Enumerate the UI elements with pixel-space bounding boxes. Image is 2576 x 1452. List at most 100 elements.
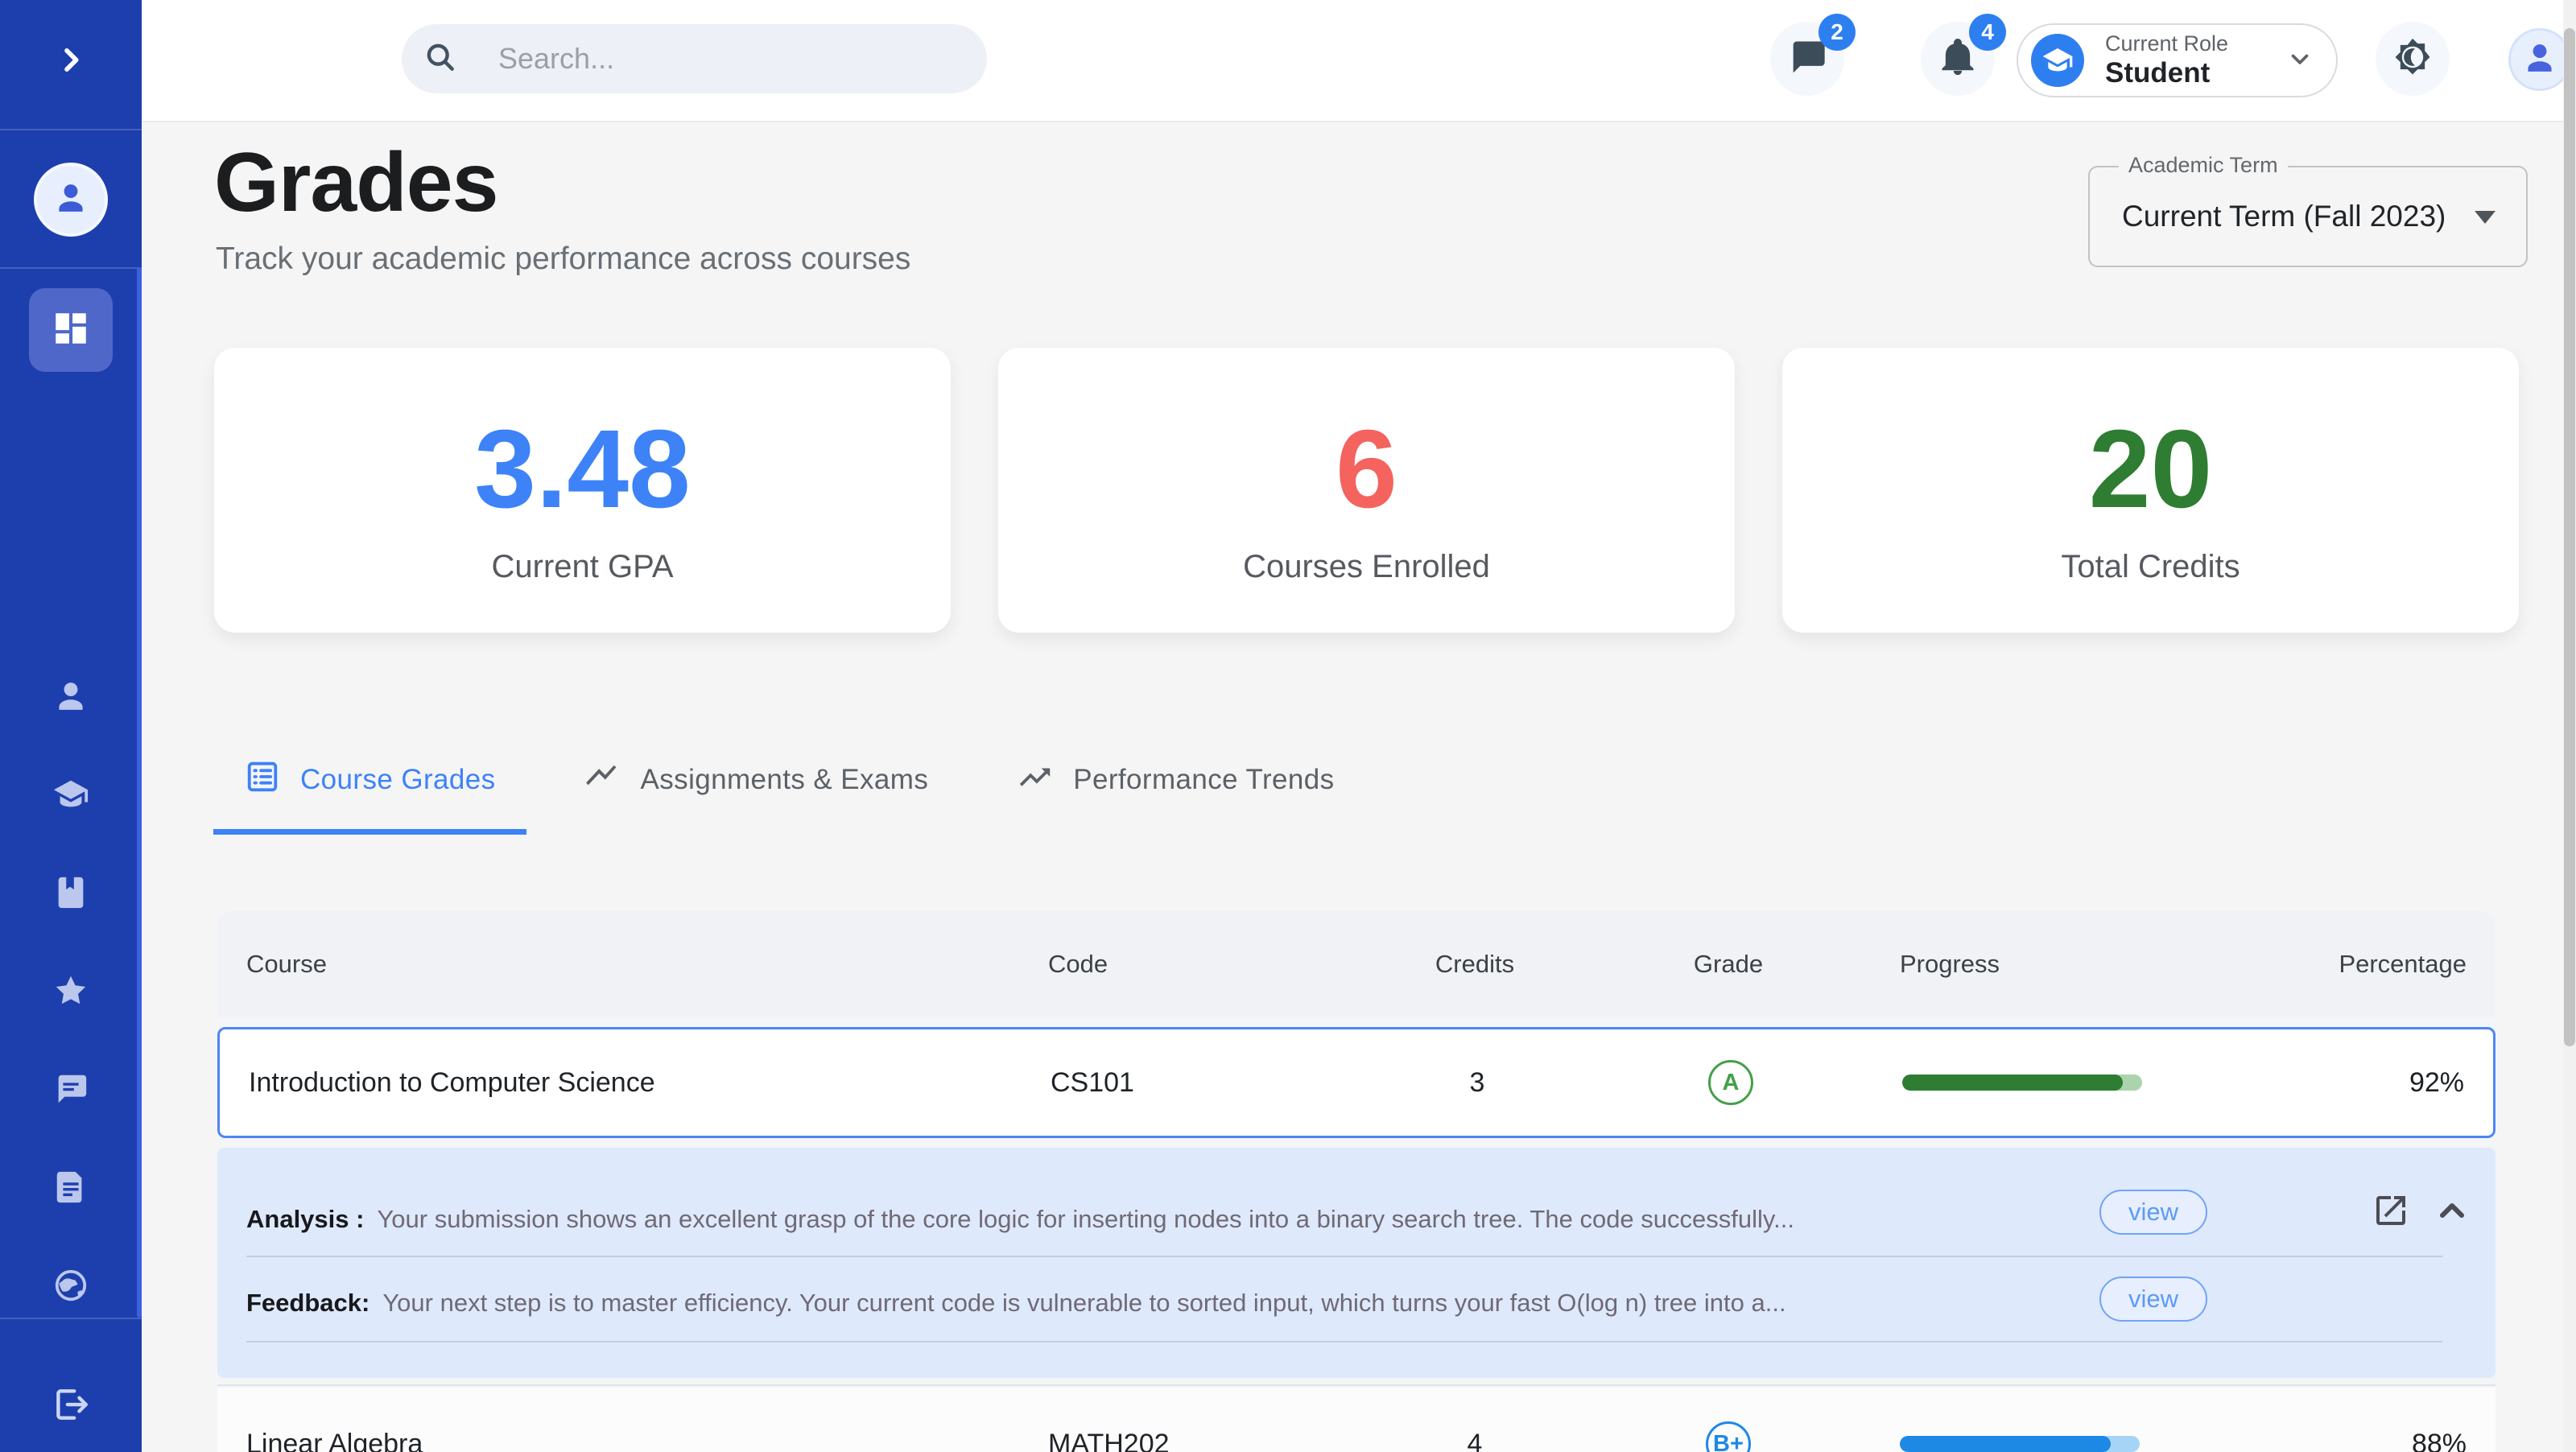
notifications-button[interactable]: 4 xyxy=(1921,22,1995,96)
stat-label: Total Credits xyxy=(1782,549,2519,585)
chart-line-icon xyxy=(584,758,621,802)
search-input[interactable] xyxy=(497,41,951,76)
course-name: Linear Algebra xyxy=(217,1429,1048,1452)
graduation-cap-icon xyxy=(2031,34,2084,87)
topbar: 2 4 Current Role Student xyxy=(142,0,2576,122)
messages-button[interactable]: 2 xyxy=(1770,22,1844,96)
panel-divider xyxy=(246,1341,2442,1343)
trending-up-icon xyxy=(1017,758,1054,802)
grade-chip: A xyxy=(1708,1060,1753,1105)
feedback-row: Feedback: Your next step is to master ef… xyxy=(246,1277,2077,1330)
table-header: Course Code Credits Grade Progress Perce… xyxy=(217,911,2496,1017)
theme-brightness-icon xyxy=(2392,36,2434,82)
book-icon xyxy=(52,874,89,911)
sidebar-item-courses[interactable] xyxy=(52,874,89,911)
row-separator xyxy=(217,1384,2496,1386)
tab-course-grades[interactable]: Course Grades xyxy=(213,728,526,831)
tab-assignments-exams[interactable]: Assignments & Exams xyxy=(554,728,960,831)
page-scrollbar-thumb[interactable] xyxy=(2564,28,2575,1046)
sidebar-nav xyxy=(0,268,142,1318)
column-header-code: Code xyxy=(1048,950,1354,979)
article-icon xyxy=(52,1169,89,1206)
view-analysis-button[interactable]: view xyxy=(2099,1190,2207,1235)
person-icon xyxy=(52,678,89,715)
sidebar-expand-button[interactable] xyxy=(55,44,87,80)
collapse-row-button[interactable] xyxy=(2433,1191,2471,1230)
sidebar-divider xyxy=(0,129,142,130)
stat-label: Courses Enrolled xyxy=(998,549,1735,585)
term-select[interactable]: Academic Term Current Term (Fall 2023) xyxy=(2088,166,2528,267)
chat-icon xyxy=(52,1070,89,1108)
course-credits: 3 xyxy=(1356,1067,1598,1099)
open-in-new-icon xyxy=(2372,1219,2410,1233)
caret-down-icon xyxy=(2475,211,2496,224)
stat-value: 20 xyxy=(1782,406,2519,534)
sidebar-user-avatar[interactable] xyxy=(34,163,108,237)
sidebar-item-dashboard[interactable] xyxy=(29,288,113,372)
role-value: Student xyxy=(2105,58,2228,89)
dashboard-icon xyxy=(51,308,91,353)
role-selector[interactable]: Current Role Student xyxy=(2017,23,2338,97)
table-row-math202[interactable]: Linear Algebra MATH202 4 B+ 88% xyxy=(217,1388,2496,1452)
course-percentage: 92% xyxy=(2165,1067,2493,1099)
tab-label: Assignments & Exams xyxy=(641,764,929,796)
sidebar-item-messages[interactable] xyxy=(52,1070,89,1108)
term-select-label: Academic Term xyxy=(2119,153,2288,178)
course-percentage: 88% xyxy=(2163,1429,2496,1452)
page-scrollbar[interactable] xyxy=(2563,0,2576,1452)
sidebar-scrollbar[interactable] xyxy=(137,268,142,1318)
search-bar[interactable] xyxy=(402,24,987,93)
progress-bar xyxy=(1900,1436,2140,1452)
view-feedback-button[interactable]: view xyxy=(2099,1277,2207,1322)
chevron-right-icon xyxy=(55,66,87,80)
column-header-grade: Grade xyxy=(1596,950,1861,979)
tab-performance-trends[interactable]: Performance Trends xyxy=(986,728,1364,831)
sidebar-item-academics[interactable] xyxy=(52,776,89,813)
role-label: Current Role xyxy=(2105,32,2228,56)
course-detail-panel: Analysis : Your submission shows an exce… xyxy=(217,1148,2496,1378)
open-in-new-button[interactable] xyxy=(2372,1191,2410,1230)
grades-table: Course Code Credits Grade Progress Perce… xyxy=(217,911,2496,1452)
term-select-value: Current Term (Fall 2023) xyxy=(2122,200,2446,233)
sidebar-item-logout[interactable] xyxy=(51,1384,91,1425)
stat-card-courses: 6 Courses Enrolled xyxy=(998,348,1735,633)
course-credits: 4 xyxy=(1354,1429,1596,1452)
grade-chip: B+ xyxy=(1706,1421,1751,1452)
progress-cell xyxy=(1864,1075,2165,1091)
user-avatar[interactable] xyxy=(2508,28,2571,91)
table-row-cs101[interactable]: Introduction to Computer Science CS101 3… xyxy=(217,1027,2496,1138)
panel-divider xyxy=(246,1256,2442,1257)
page-subtitle: Track your academic performance across c… xyxy=(216,241,910,277)
sidebar-item-favorites[interactable] xyxy=(52,972,89,1009)
grade-cell: A xyxy=(1598,1060,1864,1105)
analysis-row: Analysis : Your submission shows an exce… xyxy=(246,1193,2077,1246)
list-alt-icon xyxy=(244,758,281,802)
chevron-up-icon xyxy=(2433,1219,2471,1233)
analysis-label: Analysis : xyxy=(246,1205,364,1234)
search-icon xyxy=(402,39,458,79)
chevron-down-icon xyxy=(2286,45,2314,76)
stat-card-credits: 20 Total Credits xyxy=(1782,348,2519,633)
feedback-text: Your next step is to master efficiency. … xyxy=(382,1289,1785,1318)
tab-label: Performance Trends xyxy=(1073,764,1334,796)
sidebar-item-documents[interactable] xyxy=(52,1169,89,1206)
role-texts: Current Role Student xyxy=(2105,32,2228,89)
stat-card-gpa: 3.48 Current GPA xyxy=(214,348,951,633)
star-icon xyxy=(52,972,89,1009)
sidebar xyxy=(0,0,142,1452)
progress-bar-fill xyxy=(1902,1075,2123,1091)
sidebar-item-people[interactable] xyxy=(52,678,89,715)
grade-cell: B+ xyxy=(1596,1421,1861,1452)
course-name: Introduction to Computer Science xyxy=(220,1067,1051,1099)
analysis-text: Your submission shows an excellent grasp… xyxy=(377,1205,1794,1234)
sidebar-item-web[interactable] xyxy=(52,1267,89,1304)
person-icon xyxy=(52,179,89,221)
progress-bar-fill xyxy=(1900,1436,2111,1452)
stat-value: 3.48 xyxy=(214,406,951,534)
graduation-cap-icon xyxy=(52,776,89,813)
grades-page: 2 4 Current Role Student xyxy=(0,0,2576,1452)
notifications-badge: 4 xyxy=(1969,14,2006,51)
tabs: Course Grades Assignments & Exams Perfor… xyxy=(213,728,1365,831)
theme-toggle-button[interactable] xyxy=(2376,22,2450,96)
tab-label: Course Grades xyxy=(300,764,496,796)
